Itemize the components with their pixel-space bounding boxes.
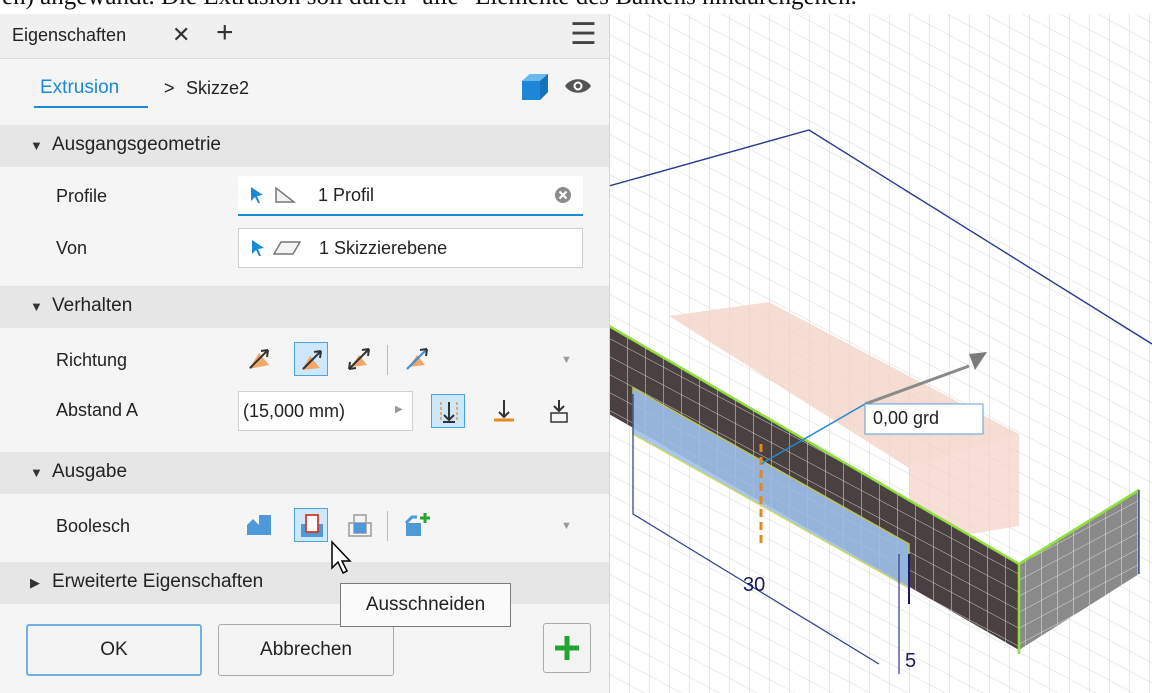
distance-input[interactable]: (15,000 mm) ▶ [238,391,413,431]
profile-label: Profile [56,186,108,206]
plus-icon [555,636,579,660]
model-canvas[interactable] [609,14,1152,693]
breadcrumb-underline [34,106,148,108]
boolean-new-solid-button[interactable] [400,508,434,542]
section-behavior[interactable]: ▼ Verhalten [0,286,609,328]
dimension-5[interactable]: 5 [905,650,916,673]
collapse-icon: ▼ [30,138,43,153]
breadcrumb-sketch[interactable]: Skizze2 [186,78,249,99]
direction-dropdown-icon[interactable]: ▼ [561,354,572,366]
add-tab-icon[interactable]: + [216,16,234,50]
boolean-cut-button[interactable] [294,508,328,542]
section-input-geometry[interactable]: ▼ Ausgangsgeometrie [0,125,609,167]
toolbar-separator [387,511,388,541]
menu-icon[interactable]: ☰ [570,17,597,52]
direction-flipped-button[interactable] [294,342,328,376]
direction-symmetric-button[interactable] [342,342,376,376]
breadcrumb: Extrusion > Skizze2 [0,58,609,120]
section-advanced[interactable]: ▶ Erweiterte Eigenschaften [0,562,609,604]
collapse-icon: ▼ [30,465,43,480]
properties-panel: Eigenschaften ✕ + ☰ Extrusion > Skizze2 … [0,14,610,693]
angle-readout[interactable]: 0,00 grd [873,408,939,429]
cube-icon[interactable] [520,72,550,102]
add-feature-button[interactable] [543,623,591,673]
profile-value: 1 Profil [318,185,375,205]
distance-flyout-icon[interactable]: ▶ [395,404,403,415]
boolean-intersect-button[interactable] [343,508,377,542]
profile-selector[interactable]: 1 Profil [238,176,583,216]
section-title: Verhalten [52,295,133,316]
collapse-icon: ▼ [30,299,43,314]
direction-default-button[interactable] [242,342,276,376]
profile-icon [275,186,296,203]
panel-header: Eigenschaften ✕ + ☰ [0,14,609,59]
document-text: en) angewandt. Die Extrusion soll durch … [2,0,857,11]
mouse-cursor-icon [331,540,352,575]
from-selector[interactable]: 1 Skizzierebene [238,228,583,268]
direction-label: Richtung [56,350,128,370]
boolean-join-button[interactable] [242,508,276,542]
select-arrow-icon [252,240,264,256]
boolean-dropdown-icon[interactable]: ▼ [561,520,572,532]
direction-asymmetric-button[interactable] [400,342,434,376]
boolean-label: Boolesch [56,516,131,536]
toolbar-separator [387,345,388,375]
extent-through-all-button[interactable] [542,394,576,428]
extent-distance-button[interactable] [431,394,465,428]
expand-icon: ▶ [30,575,40,590]
section-title: Ausgabe [52,461,128,482]
graphics-viewport[interactable]: 0,00 grd 30 5 [609,14,1152,693]
dimension-30[interactable]: 30 [743,574,765,597]
tab-properties[interactable]: Eigenschaften [12,25,126,46]
eye-icon[interactable] [564,76,592,96]
breadcrumb-extrusion[interactable]: Extrusion [40,77,119,99]
section-title: Ausgangsgeometrie [52,134,221,155]
extent-to-button[interactable] [487,394,521,428]
document-text-strip: en) angewandt. Die Extrusion soll durch … [0,0,1152,14]
distance-value: (15,000 mm) [243,401,346,421]
cut-tooltip: Ausschneiden [340,583,511,627]
cancel-button[interactable]: Abbrechen [218,624,394,676]
ok-button[interactable]: OK [26,624,202,676]
from-label: Von [56,238,88,258]
close-tab-icon[interactable]: ✕ [172,22,190,48]
section-output[interactable]: ▼ Ausgabe [0,452,609,494]
clear-selection-icon[interactable] [554,186,572,204]
select-arrow-icon [251,187,263,203]
breadcrumb-separator: > [164,78,175,98]
section-title: Erweiterte Eigenschaften [52,571,264,592]
sketch-plane-icon [273,241,301,255]
from-value: 1 Skizzierebene [319,238,448,258]
distance-label: Abstand A [56,400,139,420]
